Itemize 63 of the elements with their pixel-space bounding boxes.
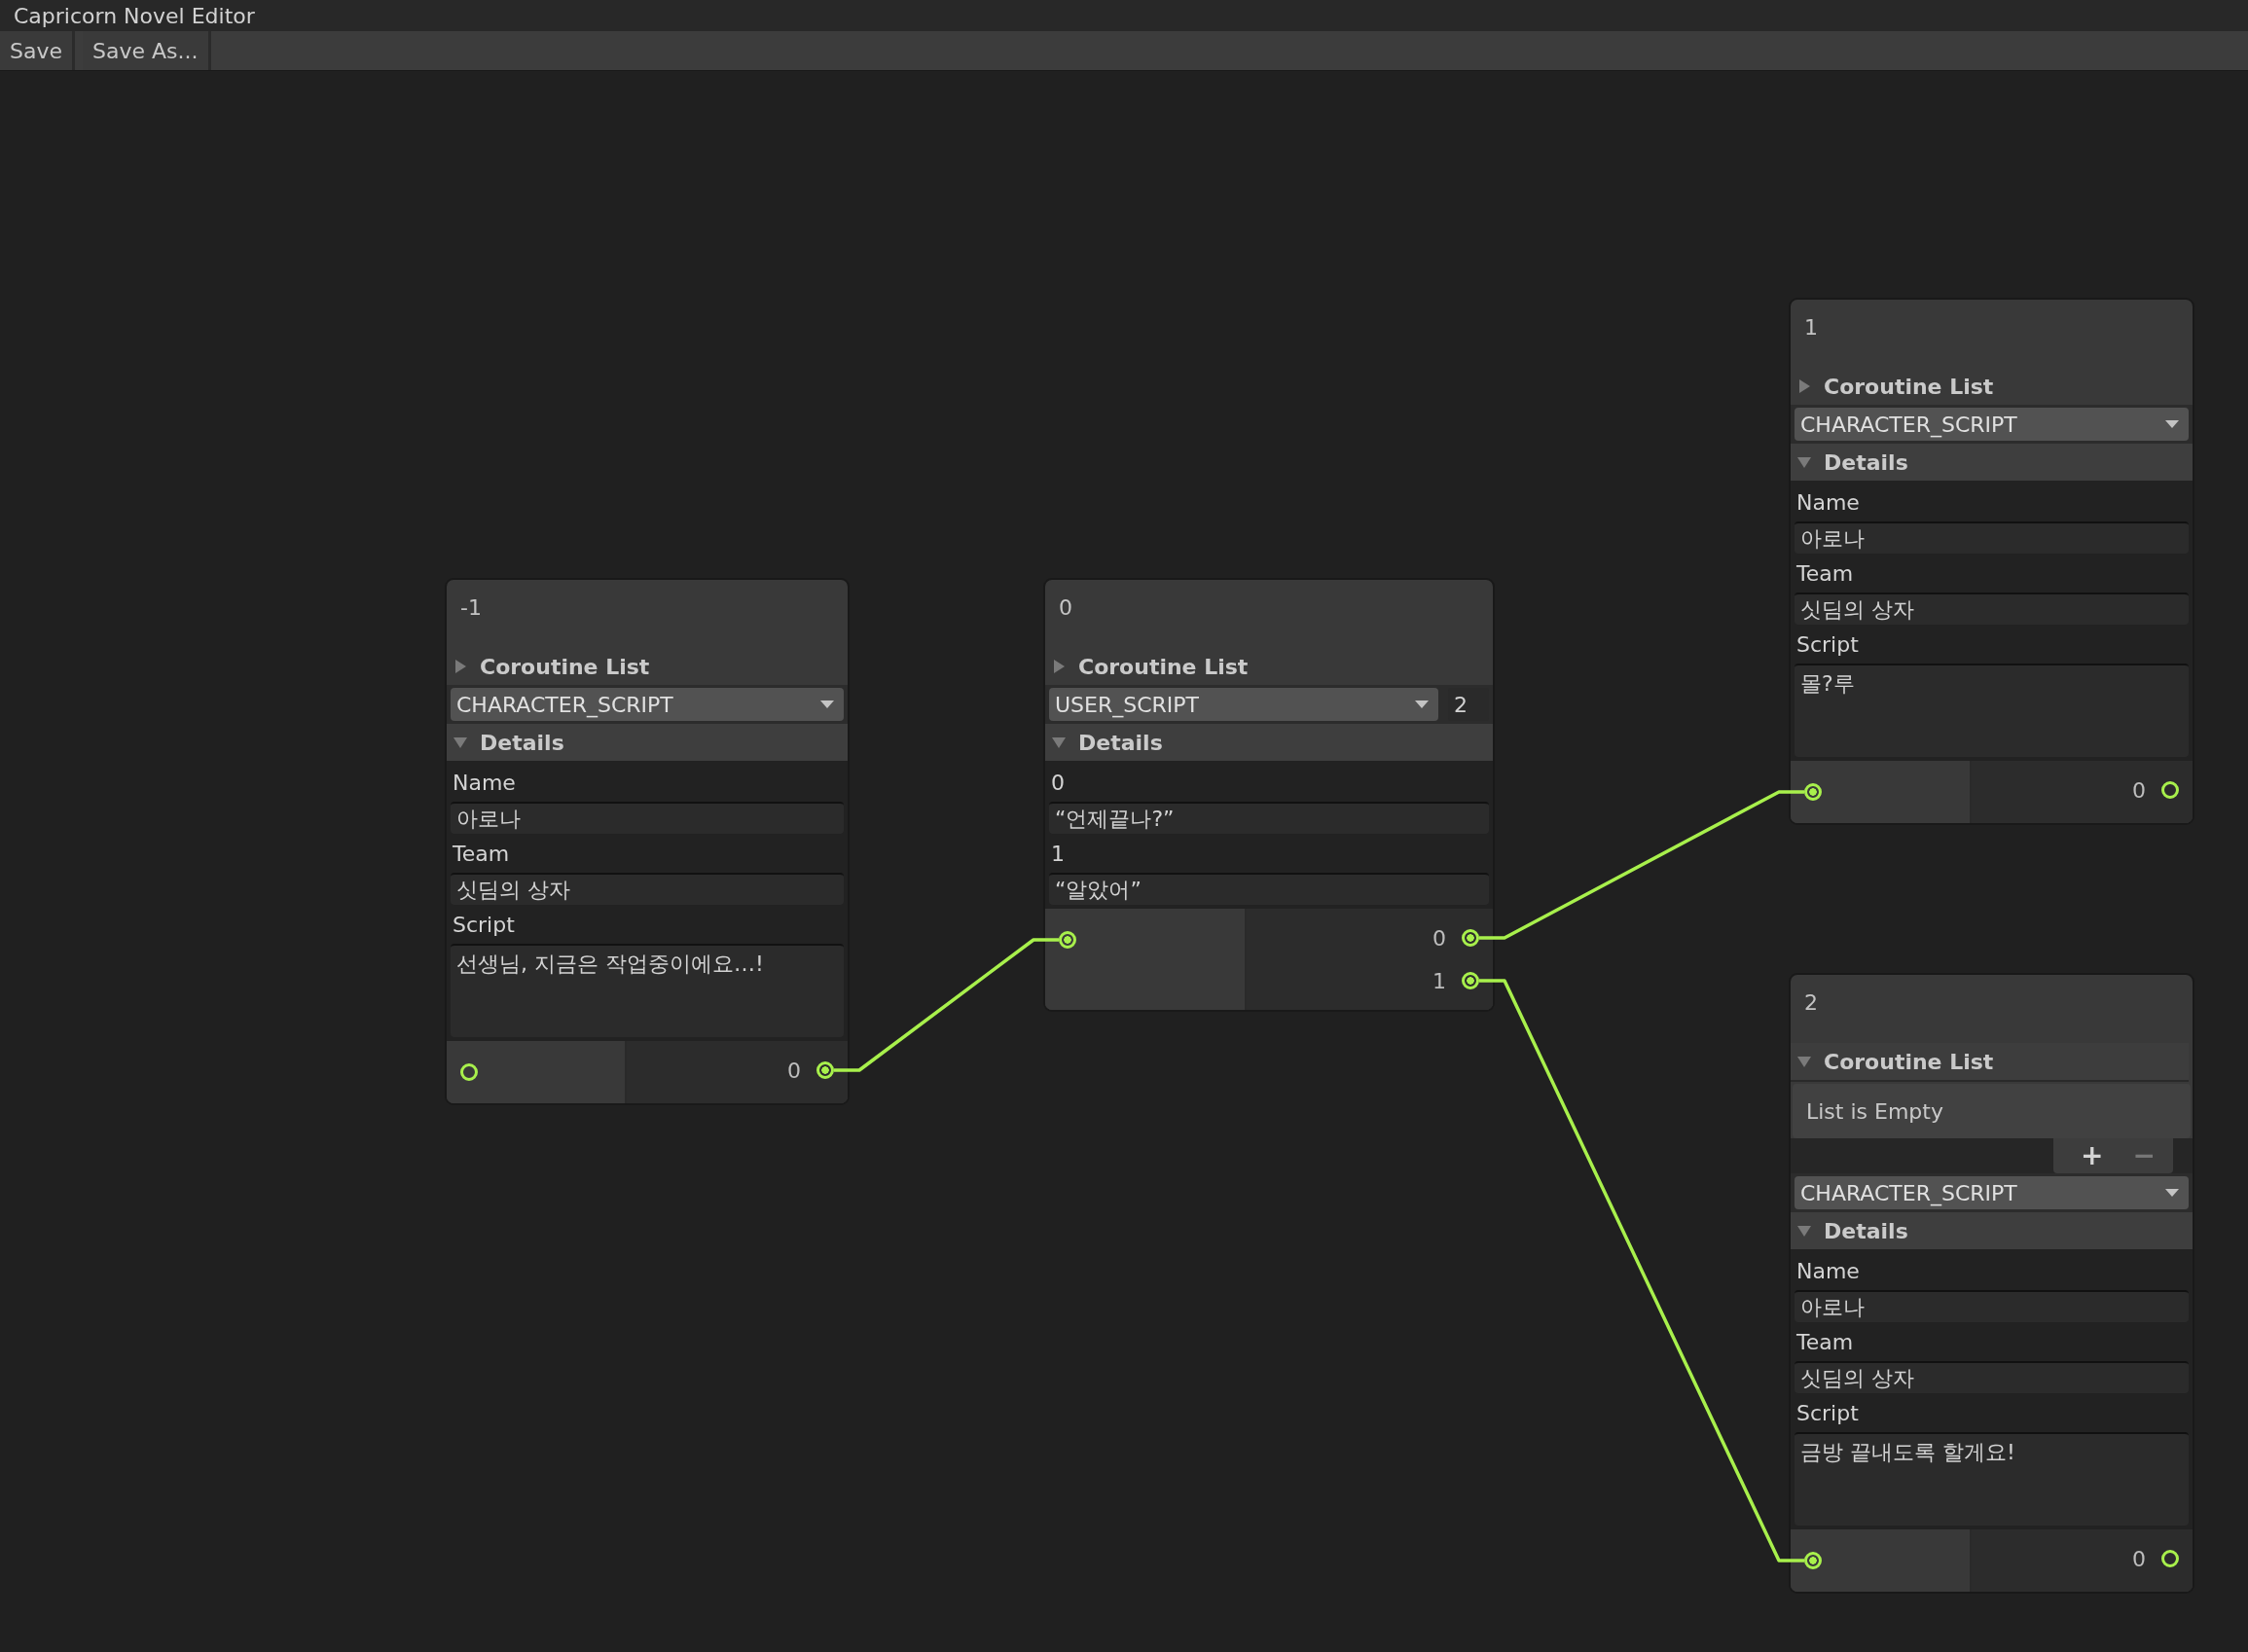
field-label: Team	[1796, 1329, 1854, 1354]
text-field[interactable]: “알았어”	[1049, 873, 1489, 905]
coroutine-list-foldout[interactable]: Coroutine List	[447, 648, 848, 685]
field-label: Name	[453, 770, 516, 795]
text-field[interactable]: 싯딤의 상자	[451, 873, 844, 905]
text-field[interactable]: 아로나	[451, 802, 844, 834]
input-port-icon[interactable]	[1059, 931, 1076, 949]
text-field[interactable]: 싯딤의 상자	[1795, 1361, 2189, 1393]
output-port-icon[interactable]	[1462, 929, 1479, 947]
script-type-dropdown[interactable]: CHARACTER_SCRIPT	[1795, 1176, 2189, 1209]
caret-icon	[2165, 1188, 2179, 1198]
input-port-icon[interactable]	[1804, 783, 1822, 801]
coroutine-list-foldout[interactable]: Coroutine List	[1791, 368, 2193, 405]
caret-icon	[2165, 419, 2179, 429]
output-label: 0	[1432, 925, 1446, 951]
window-title: Capricorn Novel Editor	[14, 3, 255, 28]
node-title: 0	[1059, 595, 1072, 620]
field-label: Script	[1796, 1400, 1859, 1425]
field-label: 1	[1051, 841, 1065, 866]
text-field[interactable]: 싯딤의 상자	[1795, 593, 2189, 625]
node-title: 2	[1804, 990, 1818, 1015]
text-field[interactable]: 아로나	[1795, 1290, 2189, 1322]
details-foldout[interactable]: Details	[447, 724, 848, 761]
caret-icon	[820, 700, 834, 709]
output-label: 1	[1432, 968, 1446, 993]
text-area[interactable]: 몰?루	[1795, 664, 2189, 757]
field-label: Script	[453, 912, 515, 937]
text-area[interactable]: 금방 끝내도록 할게요!	[1795, 1432, 2189, 1526]
output-port-icon[interactable]	[1462, 972, 1479, 989]
output-port-icon[interactable]	[2161, 1550, 2179, 1567]
output-port-icon[interactable]	[2161, 781, 2179, 799]
add-button[interactable]: +	[2077, 1142, 2108, 1169]
node-card[interactable]: 1 Coroutine List CHARACTER_SCRIPT Details Name 아로나 Team 싯딤의 상자 Script 몰?루 0	[1789, 298, 2194, 825]
node-title: 1	[1804, 315, 1818, 340]
field-label: 0	[1051, 770, 1065, 795]
output-port-icon[interactable]	[816, 1061, 834, 1079]
text-field[interactable]: 아로나	[1795, 521, 2189, 554]
node-card[interactable]: 2 Coroutine List List is Empty + − CHARACTER_SCRIPT Details Name 아로나 Team 싯딤의 상자 Script 금방 끝내도록 할게요! 0	[1789, 973, 2194, 1594]
field-label: Name	[1796, 489, 1860, 515]
text-field[interactable]: “언제끝나?”	[1049, 802, 1489, 834]
field-label: Script	[1796, 631, 1859, 657]
script-type-dropdown[interactable]: USER_SCRIPT	[1049, 688, 1438, 721]
details-foldout[interactable]: Details	[1791, 444, 2193, 481]
field-label: Team	[1796, 560, 1854, 586]
details-foldout[interactable]: Details	[1791, 1212, 2193, 1249]
node-title: -1	[460, 595, 482, 620]
input-port-icon[interactable]	[1804, 1552, 1822, 1569]
text-area[interactable]: 선생님, 지금은 작업중이에요…!	[451, 944, 844, 1037]
field-label: Name	[1796, 1258, 1860, 1283]
node-card[interactable]: -1 Coroutine List CHARACTER_SCRIPT Details Name 아로나 Team 싯딤의 상자 Script 선생님, 지금은 작업중이에요…! 0	[445, 578, 850, 1105]
script-type-dropdown[interactable]: CHARACTER_SCRIPT	[1795, 408, 2189, 441]
script-type-dropdown[interactable]: CHARACTER_SCRIPT	[451, 688, 844, 721]
coroutine-list-foldout[interactable]: Coroutine List	[1045, 648, 1493, 685]
field-label: Team	[453, 841, 510, 866]
output-label: 0	[787, 1058, 801, 1083]
output-label: 0	[2132, 1546, 2146, 1571]
coroutine-list-foldout[interactable]: Coroutine List	[1791, 1043, 2189, 1082]
empty-list-text: List is Empty	[1806, 1098, 1943, 1124]
caret-icon	[1415, 700, 1429, 709]
details-foldout[interactable]: Details	[1045, 724, 1493, 761]
output-label: 0	[2132, 777, 2146, 803]
node-card[interactable]: 0 Coroutine List USER_SCRIPT 2 Details 0 “언제끝나?” 1 “알았어” 0 1	[1043, 578, 1495, 1012]
input-port-icon[interactable]	[460, 1063, 478, 1081]
